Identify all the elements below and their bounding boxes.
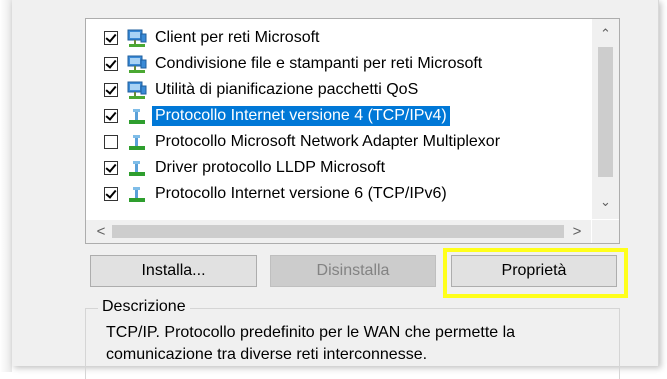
- item-checkbox[interactable]: [104, 135, 118, 149]
- item-label: Protocollo Internet versione 6 (TCP/IPv6…: [155, 185, 447, 202]
- item-label: Utilità di pianificazione pacchetti QoS: [155, 81, 419, 98]
- scrollbar-corner: [592, 220, 619, 243]
- scroll-up-arrow-icon[interactable]: ⌃: [592, 23, 619, 45]
- list-item[interactable]: Driver protocollo LLDP Microsoft: [86, 157, 591, 183]
- item-label: Protocollo Internet versione 4 (TCP/IPv4…: [152, 106, 450, 126]
- item-checkbox[interactable]: [104, 187, 118, 201]
- scroll-right-arrow-icon[interactable]: >: [566, 220, 588, 243]
- item-checkbox[interactable]: [104, 83, 118, 97]
- list-item[interactable]: Condivisione file e stampanti per reti M…: [86, 53, 591, 79]
- item-label: Client per reti Microsoft: [155, 29, 320, 46]
- components-list[interactable]: Client per reti Microsoft Condivisione fi…: [85, 18, 620, 244]
- network-client-icon: [126, 80, 148, 102]
- vertical-scrollbar[interactable]: ⌃ ⌄: [592, 19, 619, 219]
- list-item[interactable]: Client per reti Microsoft: [86, 27, 591, 53]
- item-label: Driver protocollo LLDP Microsoft: [155, 159, 386, 176]
- item-checkbox[interactable]: [104, 31, 118, 45]
- install-button[interactable]: Installa...: [90, 255, 257, 287]
- item-checkbox[interactable]: [104, 109, 118, 123]
- network-client-icon: [126, 54, 148, 76]
- background-shadow: [0, 0, 12, 372]
- scroll-left-arrow-icon[interactable]: <: [90, 220, 112, 243]
- description-title: Descrizione: [98, 297, 190, 317]
- description-line-1: TCP/IP. Protocollo predefinito per le WA…: [106, 324, 516, 341]
- highlight-box: [443, 248, 628, 298]
- list-item[interactable]: Utilità di pianificazione pacchetti QoS: [86, 79, 591, 105]
- horizontal-scroll-thumb[interactable]: [112, 225, 564, 238]
- list-item[interactable]: Protocollo Internet versione 6 (TCP/IPv6…: [86, 183, 591, 209]
- item-checkbox[interactable]: [104, 57, 118, 71]
- item-checkbox[interactable]: [104, 161, 118, 175]
- scroll-down-arrow-icon[interactable]: ⌄: [592, 191, 619, 213]
- protocol-icon: [126, 158, 148, 180]
- protocol-icon: [126, 132, 148, 154]
- horizontal-scrollbar[interactable]: < >: [86, 220, 591, 243]
- protocol-icon: [126, 184, 148, 206]
- description-line-2: comunicazione tra diverse reti interconn…: [106, 346, 428, 363]
- item-label: Protocollo Microsoft Network Adapter Mul…: [155, 133, 501, 150]
- uninstall-button: Disinstalla: [270, 255, 436, 287]
- description-text: TCP/IP. Protocollo predefinito per le WA…: [106, 322, 606, 366]
- vertical-scroll-thumb[interactable]: [598, 47, 613, 177]
- network-client-icon: [126, 28, 148, 50]
- list-item[interactable]: Protocollo Internet versione 4 (TCP/IPv4…: [86, 105, 591, 131]
- list-item[interactable]: Protocollo Microsoft Network Adapter Mul…: [86, 131, 591, 157]
- protocol-icon: [126, 106, 148, 128]
- item-label: Condivisione file e stampanti per reti M…: [155, 55, 483, 72]
